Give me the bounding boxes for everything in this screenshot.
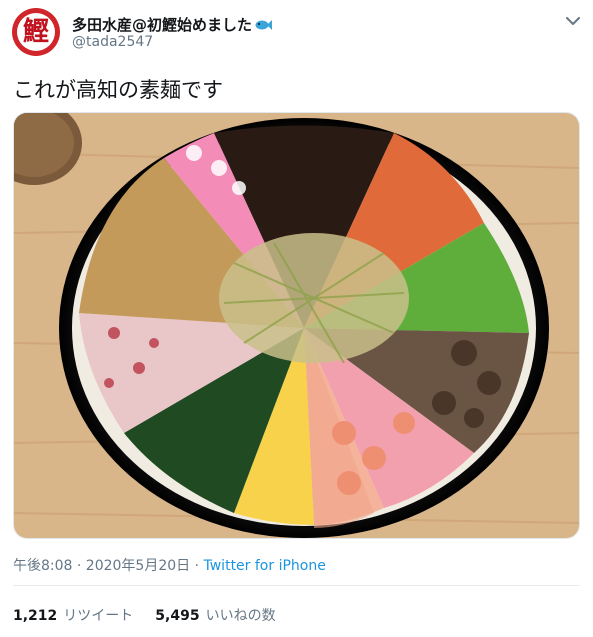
fish-icon bbox=[254, 18, 273, 36]
likes-count: 5,495 bbox=[155, 608, 200, 624]
retweets-count: 1,212 bbox=[13, 608, 58, 624]
author-name-text: 多田水産@初鰹始めました bbox=[72, 16, 253, 34]
likes-label: いいねの数 bbox=[205, 608, 276, 624]
avatar[interactable]: 鰹 bbox=[12, 8, 60, 56]
likes-stat[interactable]: 5,495 いいねの数 bbox=[155, 608, 275, 624]
avatar-glyph: 鰹 bbox=[17, 13, 55, 51]
retweets-stat[interactable]: 1,212 リツイート bbox=[13, 608, 133, 624]
tweet-source-link[interactable]: Twitter for iPhone bbox=[204, 558, 326, 574]
author-handle[interactable]: @tada2547 bbox=[72, 34, 153, 50]
tweet-photo[interactable] bbox=[13, 112, 580, 539]
chevron-down-icon[interactable] bbox=[564, 12, 582, 30]
tweet-meta: 午後8:08 · 2020年5月20日 · Twitter for iPhone bbox=[13, 555, 326, 575]
retweets-label: リツイート bbox=[63, 608, 134, 624]
tweet-stats: 1,212 リツイート 5,495 いいねの数 bbox=[13, 605, 276, 625]
tweet-card: 鰹 多田水産@初鰹始めました @tada2547 これが高知の素麺です 午後8:… bbox=[0, 0, 593, 637]
tweet-text: これが高知の素麺です bbox=[13, 78, 223, 102]
divider bbox=[13, 585, 580, 586]
author-display-name[interactable]: 多田水産@初鰹始めました bbox=[72, 14, 273, 36]
tweet-timestamp[interactable]: 午後8:08 · 2020年5月20日 · bbox=[13, 558, 204, 574]
